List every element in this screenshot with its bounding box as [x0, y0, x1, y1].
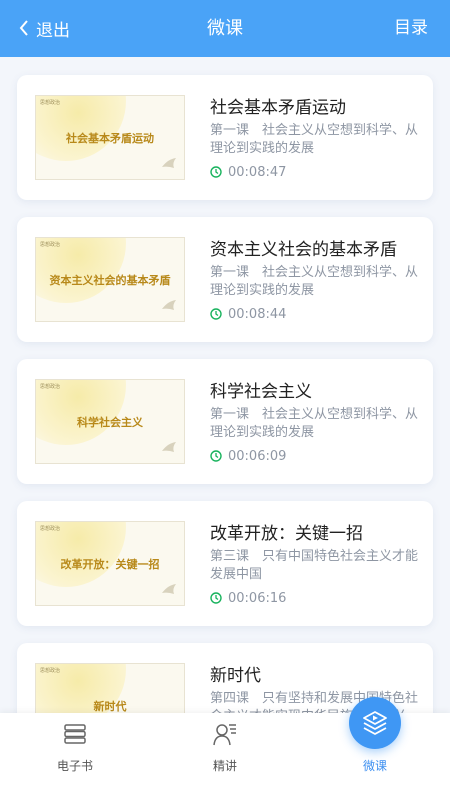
lesson-title: 社会基本矛盾运动 [210, 98, 346, 118]
tab-label: 精讲 [212, 759, 237, 773]
thumbnail-caption: 新时代 [93, 699, 127, 713]
lesson-thumbnail: 思想政治 新时代 [35, 663, 185, 713]
lesson-subtitle: 第一课 社会主义从空想到科学、从理论到实践的发展 [210, 265, 419, 298]
catalog-button[interactable]: 目录 [394, 15, 428, 41]
lesson-thumbnail: 思想政治 改革开放：关键一招 [35, 521, 185, 606]
lesson-subtitle: 第一课 社会主义从空想到科学、从理论到实践的发展 [210, 407, 419, 440]
page-title: 微课 [207, 18, 243, 39]
tab-label: 微课 [362, 759, 387, 773]
clock-icon [210, 592, 222, 604]
lesson-title: 资本主义社会的基本矛盾 [210, 240, 397, 260]
lesson-title: 科学社会主义 [210, 382, 312, 402]
lesson-duration: 00:06:16 [210, 590, 286, 606]
duration-text: 00:06:09 [228, 448, 287, 464]
lesson-duration: 00:06:09 [210, 448, 286, 464]
microlesson-fab-button[interactable] [349, 697, 401, 749]
duration-text: 00:06:16 [228, 590, 287, 606]
dove-icon [162, 584, 176, 594]
dove-icon [162, 300, 176, 310]
duration-text: 00:08:47 [228, 164, 287, 180]
tab-ebook[interactable]: 电子书 [0, 713, 150, 800]
lesson-card[interactable]: 思想政治 改革开放：关键一招 改革开放：关键一招 第三课 只有中国特色社会主义才… [17, 501, 433, 626]
lesson-card[interactable]: 思想政治 社会基本矛盾运动 社会基本矛盾运动 第一课 社会主义从空想到科学、从理… [17, 75, 433, 200]
lesson-thumbnail: 思想政治 科学社会主义 [35, 379, 185, 464]
lesson-thumbnail: 思想政治 社会基本矛盾运动 [35, 95, 185, 180]
lesson-card[interactable]: 思想政治 科学社会主义 科学社会主义 第一课 社会主义从空想到科学、从理论到实践… [17, 359, 433, 484]
lesson-title: 改革开放：关键一招 [210, 524, 363, 544]
clock-icon [210, 450, 222, 462]
lesson-subtitle: 第三课 只有中国特色社会主义才能发展中国 [210, 549, 419, 582]
lesson-duration: 00:08:47 [210, 164, 286, 180]
tab-lecture[interactable]: 精讲 [150, 713, 300, 800]
tab-label: 电子书 [56, 759, 93, 773]
lesson-thumbnail: 思想政治 资本主义社会的基本矛盾 [35, 237, 185, 322]
top-bar: 退出 微课 目录 [0, 0, 450, 57]
lesson-duration: 00:08:44 [210, 306, 286, 322]
clock-icon [210, 308, 222, 320]
lesson-list: 思想政治 社会基本矛盾运动 社会基本矛盾运动 第一课 社会主义从空想到科学、从理… [0, 57, 450, 713]
duration-text: 00:08:44 [228, 306, 287, 322]
books-icon [64, 724, 86, 744]
lesson-card[interactable]: 思想政治 资本主义社会的基本矛盾 资本主义社会的基本矛盾 第一课 社会主义从空想… [17, 217, 433, 342]
lesson-subtitle: 第一课 社会主义从空想到科学、从理论到实践的发展 [210, 123, 419, 156]
lesson-title: 新时代 [210, 666, 261, 686]
clock-icon [210, 166, 222, 178]
lecture-person-icon [213, 724, 236, 746]
dove-icon [162, 442, 176, 452]
layers-play-icon [363, 711, 387, 735]
dove-icon [162, 158, 176, 168]
